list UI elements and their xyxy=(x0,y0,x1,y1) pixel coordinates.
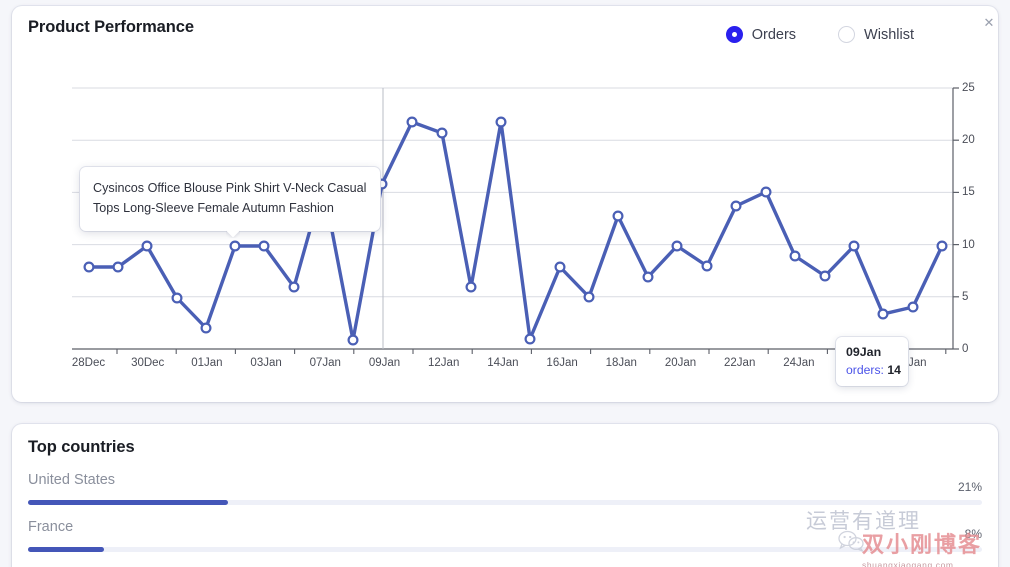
chart-datapoint[interactable] xyxy=(288,281,300,293)
x-axis-tick-label: 12Jan xyxy=(428,357,460,369)
chart-datapoint[interactable] xyxy=(819,270,831,282)
chart-datapoint[interactable] xyxy=(141,240,153,252)
country-progress-fill xyxy=(28,500,229,505)
product-name-tooltip: Cysincos Office Blouse Pink Shirt V-Neck… xyxy=(80,167,380,231)
tooltip-date: 09Jan xyxy=(846,345,882,359)
x-axis-tick-label: 07Jan xyxy=(309,357,341,369)
chart-datapoint[interactable] xyxy=(642,271,654,283)
top-countries-card: Top countries United States 21% France 8… xyxy=(12,424,998,567)
chart-datapoint[interactable] xyxy=(524,333,536,345)
chart-datapoint[interactable] xyxy=(936,240,948,252)
x-axis-tick-label: 18Jan xyxy=(605,357,637,369)
chart-datapoint[interactable] xyxy=(347,334,359,346)
product-tooltip-line-2: Tops Long-Sleeve Female Autumn Fashion xyxy=(93,201,334,216)
chart-datapoint[interactable] xyxy=(583,291,595,303)
chart-datapoint[interactable] xyxy=(612,210,624,222)
country-progress-track: 8% xyxy=(28,527,982,552)
datapoint-tooltip: 09Jan orders: 14 xyxy=(836,337,908,386)
country-progress-fill xyxy=(28,547,105,552)
chart-datapoint[interactable] xyxy=(554,261,566,273)
chart-datapoint[interactable] xyxy=(258,240,270,252)
chart-datapoint[interactable] xyxy=(83,261,95,273)
country-percent-label: 8% xyxy=(964,527,982,541)
y-axis-tick-label: 20 xyxy=(962,134,975,147)
chart-datapoint[interactable] xyxy=(907,301,919,313)
x-axis-tick-label: 16Jan xyxy=(546,357,578,369)
chart-datapoint[interactable] xyxy=(760,186,772,198)
tooltip-arrow-icon xyxy=(226,230,240,238)
chart-datapoint[interactable] xyxy=(877,308,889,320)
product-tooltip-line-1: Cysincos Office Blouse Pink Shirt V-Neck… xyxy=(93,181,367,195)
x-axis-tick-label: 01Jan xyxy=(191,357,223,369)
tooltip-metric-value: 14 xyxy=(887,363,901,377)
x-axis-tick-label: 20Jan xyxy=(664,357,697,369)
x-axis-tick-label: 03Jan xyxy=(250,357,282,369)
app-root: Product Performance Orders Wishlist ✕ 28… xyxy=(0,0,1010,567)
x-axis-tick-label: 28Dec xyxy=(71,357,106,369)
x-axis-tick-label: 24Jan xyxy=(783,357,815,369)
product-performance-card: Product Performance Orders Wishlist ✕ 28… xyxy=(12,6,998,402)
chart-datapoint[interactable] xyxy=(701,260,713,272)
chart-datapoint[interactable] xyxy=(789,250,801,262)
chart-datapoint[interactable] xyxy=(112,261,124,273)
x-axis-tick-label: 09Jan xyxy=(368,357,401,369)
y-axis-tick-label: 25 xyxy=(962,82,975,94)
orders-series-line xyxy=(87,120,944,342)
country-name-label: United States xyxy=(28,472,116,488)
chart-datapoint[interactable] xyxy=(730,200,742,212)
chart-datapoint[interactable] xyxy=(671,240,683,252)
chart-datapoint[interactable] xyxy=(171,292,183,304)
chart-datapoint[interactable] xyxy=(465,281,477,293)
y-axis-tick-label: 0 xyxy=(962,343,969,355)
country-row-united-states[interactable]: United States 21% xyxy=(28,472,982,505)
tooltip-metric-label: orders: xyxy=(846,363,884,377)
country-progress-track: 21% xyxy=(28,480,982,505)
country-name-label: France xyxy=(28,519,74,535)
y-axis-tick-label: 15 xyxy=(962,186,975,199)
x-axis-tick-label: 22Jan xyxy=(724,357,756,369)
chart-datapoint[interactable] xyxy=(848,240,860,252)
tooltip-metric: orders: 14 xyxy=(846,363,901,377)
x-axis-tick-label: 30Dec xyxy=(131,357,165,369)
y-axis-tick-label: 5 xyxy=(962,290,969,303)
country-percent-label: 21% xyxy=(957,480,982,494)
chart-datapoint[interactable] xyxy=(200,322,212,334)
chart-datapoint[interactable] xyxy=(406,116,418,128)
top-countries-title: Top countries xyxy=(28,438,135,456)
country-row-france[interactable]: France 8% xyxy=(28,519,982,552)
y-axis-tick-label: 10 xyxy=(962,238,975,251)
x-axis-tick-label: 14Jan xyxy=(487,357,519,369)
x-axis-tick-label: Jan xyxy=(908,357,927,369)
chart-datapoint[interactable] xyxy=(495,116,507,128)
chart-datapoint[interactable] xyxy=(436,127,448,139)
chart-datapoint[interactable] xyxy=(229,240,241,252)
